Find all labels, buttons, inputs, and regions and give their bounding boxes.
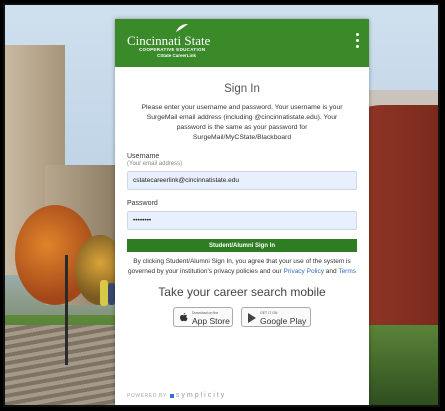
app-store-label: App Store <box>192 316 230 326</box>
username-input[interactable] <box>127 171 357 190</box>
legal-and: and <box>323 268 339 275</box>
student-alumni-signin-button[interactable]: Student/Alumni Sign In <box>127 239 357 252</box>
logo-subtitle: COOPERATIVE EDUCATION <box>139 47 206 52</box>
google-play-button[interactable]: GET IT ON Google Play <box>241 307 311 327</box>
password-input[interactable] <box>127 211 357 230</box>
leaf-icon <box>176 24 188 32</box>
logo-subtitle-2: CState CareerLink <box>157 53 197 58</box>
password-label: Password <box>127 200 158 207</box>
username-label: Username <box>127 153 160 160</box>
app-store-button[interactable]: Download on the App Store <box>173 307 233 327</box>
symplicity-logo-icon <box>169 393 174 398</box>
google-play-small-text: GET IT ON <box>260 311 278 315</box>
google-play-icon <box>248 313 256 323</box>
page-title: Sign In <box>224 83 260 95</box>
terms-link[interactable]: Terms <box>338 268 356 275</box>
powered-by-footer: POWERED BY symplicity <box>127 392 226 399</box>
kebab-menu-icon[interactable] <box>353 33 361 51</box>
symplicity-brand: symplicity <box>175 392 227 399</box>
apple-icon <box>180 312 188 322</box>
google-play-label: Google Play <box>260 316 307 326</box>
app-store-badges: Download on the App Store GET IT ON Goog… <box>127 307 357 327</box>
mobile-heading: Take your career search mobile <box>158 285 326 299</box>
login-card: Cincinnati State COOPERATIVE EDUCATION C… <box>115 19 369 405</box>
legal-notice: By clicking Student/Alumni Sign In, you … <box>127 257 357 277</box>
card-header: Cincinnati State COOPERATIVE EDUCATION C… <box>115 19 369 67</box>
screenshot-frame: Cincinnati State COOPERATIVE EDUCATION C… <box>3 3 440 407</box>
privacy-policy-link[interactable]: Privacy Policy <box>284 268 324 275</box>
app-store-small-text: Download on the <box>192 311 219 315</box>
signin-instructions: Please enter your username and password.… <box>141 104 343 141</box>
username-hint: (Your email address) <box>127 161 183 167</box>
powered-by-text: POWERED BY <box>127 393 167 399</box>
